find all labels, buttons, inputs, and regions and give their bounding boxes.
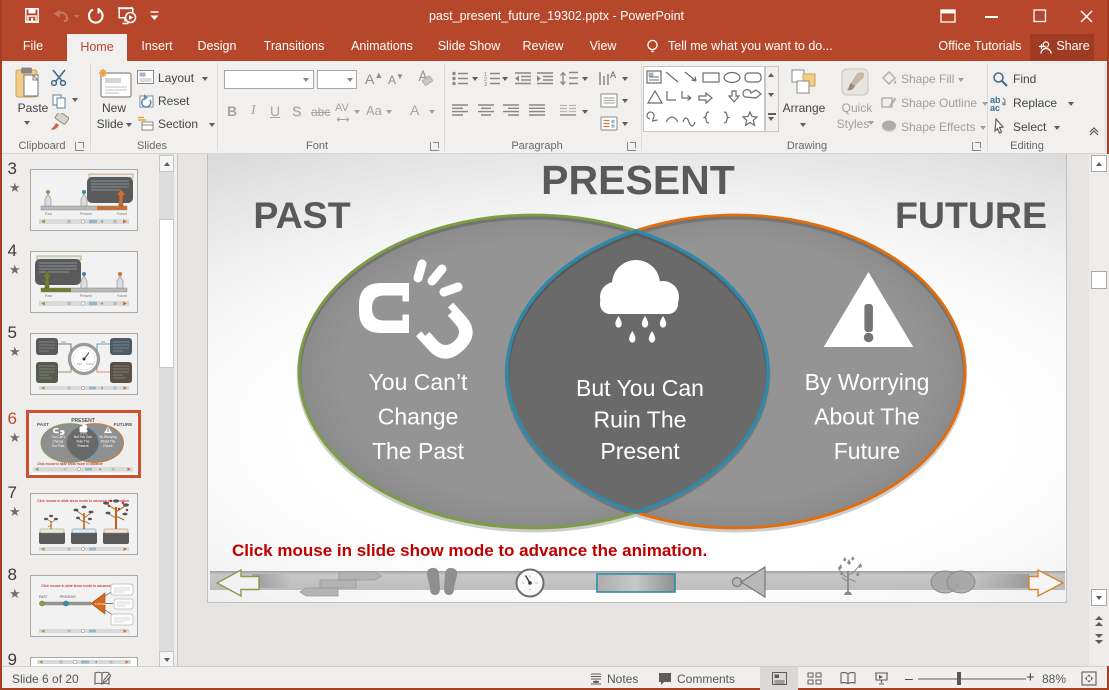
svg-text:Past: Past xyxy=(77,362,82,366)
svg-text:By Worrying: By Worrying xyxy=(99,435,117,439)
svg-text:3: 3 xyxy=(484,82,487,86)
svg-text:Past: Past xyxy=(45,212,52,216)
svg-text:PRESENT: PRESENT xyxy=(71,418,95,424)
svg-text:About The: About The xyxy=(814,404,920,430)
svg-text:Present: Present xyxy=(78,444,89,448)
svg-text:Future: Future xyxy=(117,294,127,298)
svg-text:Present: Present xyxy=(80,212,92,216)
svg-text:PAST: PAST xyxy=(37,422,49,427)
svg-text:Ruin The: Ruin The xyxy=(77,440,90,444)
svg-text:PAST: PAST xyxy=(39,595,48,599)
svg-text:Will: Will xyxy=(101,340,106,344)
svg-text:FUTURE: FUTURE xyxy=(95,602,106,606)
svg-text:Future: Future xyxy=(834,438,900,464)
svg-text:Future: Future xyxy=(117,212,127,216)
svg-text:About The: About The xyxy=(101,440,116,444)
svg-text:But You Can: But You Can xyxy=(74,435,92,439)
svg-text:Change: Change xyxy=(52,440,63,444)
svg-text:Click mouse in slide show mode: Click mouse in slide show mode to advanc… xyxy=(232,541,707,560)
svg-text:PRESENT: PRESENT xyxy=(541,157,735,203)
svg-text:FUTURE: FUTURE xyxy=(114,422,133,427)
svg-text:PRESENT: PRESENT xyxy=(60,595,76,599)
svg-text:FUTURE: FUTURE xyxy=(895,194,1047,236)
svg-text:Ruin The: Ruin The xyxy=(594,407,687,433)
svg-text:The Past: The Past xyxy=(372,438,465,464)
svg-text:Click mouse in slide show mode: Click mouse in slide show mode to advanc… xyxy=(37,462,103,466)
svg-text:By Worrying: By Worrying xyxy=(805,369,930,395)
svg-text:ac: ac xyxy=(990,103,1000,111)
svg-text:A: A xyxy=(610,70,616,80)
svg-text:Present: Present xyxy=(600,438,680,464)
svg-text:But You Can: But You Can xyxy=(576,375,704,401)
svg-text:Past: Past xyxy=(45,294,52,298)
svg-text:PAST: PAST xyxy=(253,194,350,236)
svg-text:Present: Present xyxy=(80,294,92,298)
svg-text:Future: Future xyxy=(103,444,112,448)
svg-text:Change: Change xyxy=(378,404,459,430)
svg-text:You Can't: You Can't xyxy=(51,435,65,439)
svg-text:The Past: The Past xyxy=(52,444,65,448)
svg-text:Was: Was xyxy=(61,340,67,344)
svg-text:You Can’t: You Can’t xyxy=(369,369,469,395)
svg-text:Future: Future xyxy=(86,362,94,366)
